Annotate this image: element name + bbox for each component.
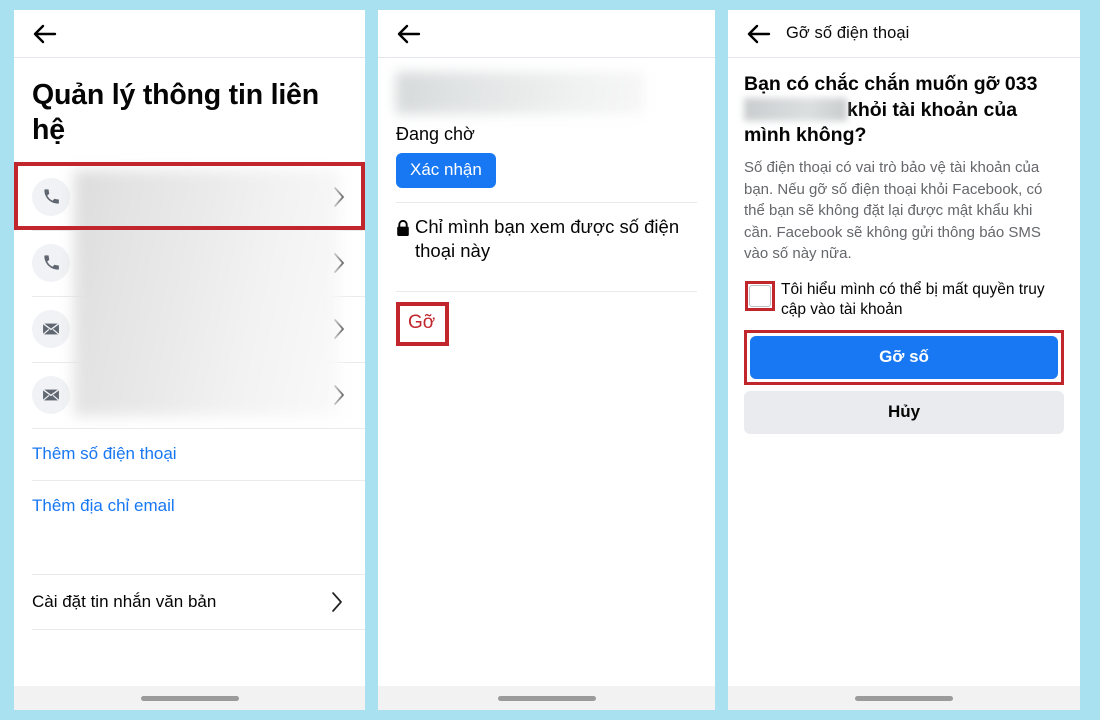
remove-number-button[interactable]: Gỡ số <box>750 336 1058 380</box>
home-indicator[interactable] <box>497 695 596 701</box>
panel1-topbar <box>14 10 365 58</box>
contact-value <box>70 362 331 428</box>
phone-icon <box>32 177 70 216</box>
home-indicator[interactable] <box>140 695 239 701</box>
home-indicator[interactable] <box>855 695 953 701</box>
contact-value <box>70 230 331 296</box>
acknowledge-label: Tôi hiểu mình có thể bị mất quyền truy c… <box>781 281 1045 319</box>
annotation-highlight-checkbox <box>745 281 775 312</box>
panel1-home-bar <box>14 686 365 710</box>
screenshot-stage: Quản lý thông tin liên hệ Thêm số điện t… <box>0 0 1100 720</box>
back-arrow-icon[interactable] <box>396 21 422 47</box>
chevron-right-icon <box>331 249 347 277</box>
list-item-email-2[interactable] <box>14 361 365 428</box>
panel2-home-bar <box>378 686 715 710</box>
page-title: Gỡ số điện thoại <box>786 24 910 42</box>
confirm-heading-part1: Bạn có chắc chắn muốn gỡ 033 <box>744 73 1038 95</box>
sms-settings-row[interactable]: Cài đặt tin nhắn văn bản <box>14 573 365 630</box>
phone-icon <box>32 243 70 282</box>
chevron-right-icon <box>331 381 347 409</box>
list-item-email-1[interactable] <box>14 295 365 362</box>
panel3-content: Bạn có chắc chắn muốn gỡ 033 khỏi tài kh… <box>728 58 1080 435</box>
divider <box>396 291 697 293</box>
panel2-body: Đang chờ Xác nhận Chỉ mình bạn xem được … <box>378 58 715 686</box>
chevron-right-icon <box>331 183 347 211</box>
annotation-highlight-primary-button: Gỡ số <box>744 330 1064 386</box>
confirm-button[interactable]: Xác nhận <box>396 153 496 188</box>
contact-value <box>70 296 331 362</box>
contact-value <box>70 164 331 230</box>
chevron-right-icon <box>329 588 345 616</box>
back-arrow-icon[interactable] <box>32 21 58 47</box>
phone-screen-phone-detail: Đang chờ Xác nhận Chỉ mình bạn xem được … <box>378 10 715 710</box>
acknowledge-row[interactable]: Tôi hiểu mình có thể bị mất quyền truy c… <box>744 280 1064 320</box>
add-phone-link[interactable]: Thêm số điện thoại <box>14 427 365 480</box>
phone-screen-remove-confirm: Gỡ số điện thoại Bạn có chắc chắn muốn g… <box>728 10 1080 710</box>
panel2-content: Đang chờ Xác nhận Chỉ mình bạn xem được … <box>378 58 715 347</box>
cancel-button[interactable]: Hủy <box>744 391 1064 435</box>
acknowledge-checkbox[interactable] <box>749 285 771 308</box>
redacted-phone-fragment <box>744 97 847 121</box>
panel3-home-bar <box>728 686 1080 710</box>
annotation-highlight-remove-link: Gỡ <box>396 302 450 347</box>
back-arrow-icon[interactable] <box>746 21 772 47</box>
sms-settings-label: Cài đặt tin nhắn văn bản <box>32 591 217 611</box>
panel3-topbar: Gỡ số điện thoại <box>728 10 1080 58</box>
redacted-phone-number <box>396 72 644 114</box>
envelope-icon <box>32 309 70 348</box>
panel3-body: Bạn có chắc chắn muốn gỡ 033 khỏi tài kh… <box>728 58 1080 686</box>
confirm-body-text: Số điện thoại có vai trò bảo vệ tài khoả… <box>744 159 1043 262</box>
list-item-phone-2[interactable] <box>14 229 365 296</box>
envelope-icon <box>32 375 70 414</box>
privacy-note: Chỉ mình bạn xem được số điện thoại này <box>396 203 697 263</box>
remove-phone-link[interactable]: Gỡ <box>400 306 445 342</box>
panel2-topbar <box>378 10 715 58</box>
page-title: Quản lý thông tin liên hệ <box>32 79 319 146</box>
panel1-body: Quản lý thông tin liên hệ Thêm số điện t… <box>14 58 365 686</box>
status-label: Đang chờ <box>396 124 475 144</box>
chevron-right-icon <box>331 315 347 343</box>
list-item-phone-1[interactable] <box>14 164 365 230</box>
confirm-heading: Bạn có chắc chắn muốn gỡ 033 khỏi tài kh… <box>744 72 1064 149</box>
privacy-note-text: Chỉ mình bạn xem được số điện thoại này <box>415 216 680 262</box>
phone-screen-contact-info: Quản lý thông tin liên hệ Thêm số điện t… <box>14 10 365 710</box>
lock-icon <box>396 219 410 243</box>
contact-list <box>14 161 365 428</box>
add-email-link[interactable]: Thêm địa chỉ email <box>14 479 365 532</box>
